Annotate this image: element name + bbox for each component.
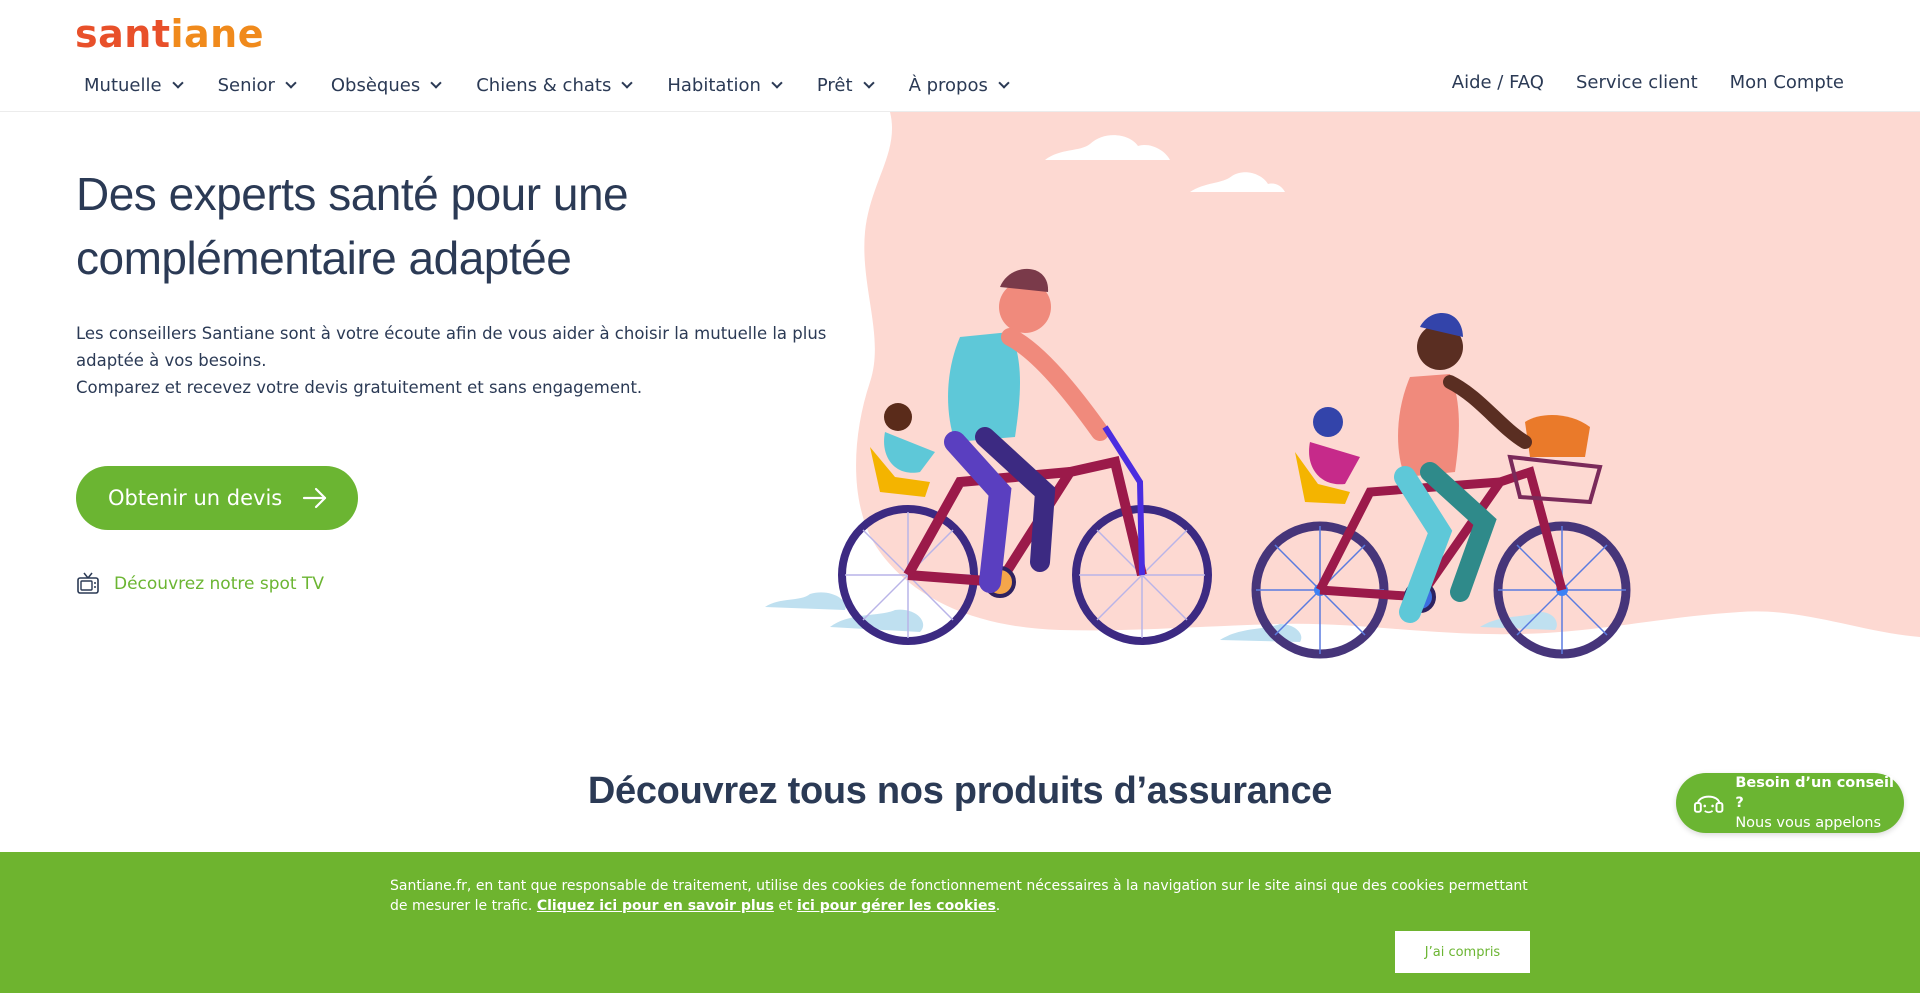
headset-icon: [1693, 795, 1724, 814]
logo-part1: sant: [75, 12, 171, 56]
nav-item-pret[interactable]: Prêt: [809, 70, 881, 100]
callback-button[interactable]: Besoin d’un conseil ? Nous vous appelons: [1676, 773, 1904, 833]
chevron-down-icon: [430, 76, 442, 89]
nav-label: À propos: [908, 74, 988, 96]
nav-label: Mutuelle: [84, 74, 162, 96]
chevron-down-icon: [998, 76, 1010, 89]
mon-compte-link[interactable]: Mon Compte: [1730, 72, 1844, 93]
arrow-right-icon: [302, 487, 327, 509]
nav-label: Chiens & chats: [476, 74, 612, 96]
nav-item-a-propos[interactable]: À propos: [901, 70, 1016, 100]
nav-item-habitation[interactable]: Habitation: [659, 70, 789, 100]
nav-item-obseques[interactable]: Obsèques: [323, 70, 448, 100]
chevron-down-icon: [171, 76, 184, 89]
chevron-down-icon: [862, 76, 875, 89]
products-section-title: Découvrez tous nos produits d’assurance: [587, 770, 1333, 812]
cookie-text-after: .: [995, 898, 1001, 914]
tv-spot-link[interactable]: Découvrez notre spot TV: [76, 572, 324, 596]
get-quote-button[interactable]: Obtenir un devis: [76, 466, 358, 530]
hero-description: Les conseillers Santiane sont à votre éc…: [76, 320, 876, 401]
cookie-accept-button[interactable]: J’ai compris: [1395, 931, 1530, 973]
callback-line2: Nous vous appelons: [1735, 815, 1882, 831]
service-client-link[interactable]: Service client: [1576, 72, 1698, 93]
cookie-message: Santiane.fr, en tant que responsable de …: [390, 876, 1530, 916]
chevron-down-icon: [771, 76, 783, 89]
santiane-logo[interactable]: santiane: [75, 12, 264, 56]
cookie-text-mid: et: [773, 898, 797, 914]
cookie-banner: Santiane.fr, en tant que responsable de …: [0, 852, 1920, 993]
nav-label: Habitation: [667, 74, 761, 96]
cta-label: Obtenir un devis: [108, 486, 283, 510]
logo-part2: iane: [170, 12, 264, 56]
nav-item-senior[interactable]: Senior: [210, 70, 303, 100]
callback-line1: Besoin d’un conseil ?: [1735, 775, 1894, 811]
cookie-manage-link[interactable]: ici pour gérer les cookies: [797, 898, 996, 914]
site-header: santiane Mutuelle Senior Obsèques Chiens…: [0, 0, 1920, 112]
hero-text-line2: Comparez et recevez votre devis gratuite…: [76, 378, 643, 397]
secondary-nav: Aide / FAQ Service client Mon Compte: [1452, 72, 1844, 93]
nav-label: Senior: [217, 74, 275, 96]
tv-spot-label: Découvrez notre spot TV: [114, 574, 324, 594]
nav-item-mutuelle[interactable]: Mutuelle: [76, 70, 190, 100]
main-nav: Mutuelle Senior Obsèques Chiens & chats …: [76, 70, 1036, 100]
nav-label: Prêt: [816, 74, 853, 96]
hero-title: Des experts santé pour une complémentair…: [76, 168, 629, 284]
nav-label: Obsèques: [330, 74, 421, 96]
nav-item-chiens-chats[interactable]: Chiens & chats: [468, 70, 639, 100]
cookie-learn-more-link[interactable]: Cliquez ici pour en savoir plus: [537, 898, 774, 914]
callback-text: Besoin d’un conseil ? Nous vous appelons: [1735, 773, 1904, 833]
hero-text-line1: Les conseillers Santiane sont à votre éc…: [76, 324, 827, 370]
tv-icon: [77, 572, 99, 594]
chevron-down-icon: [285, 76, 297, 89]
faq-link[interactable]: Aide / FAQ: [1452, 72, 1544, 93]
chevron-down-icon: [621, 76, 633, 89]
